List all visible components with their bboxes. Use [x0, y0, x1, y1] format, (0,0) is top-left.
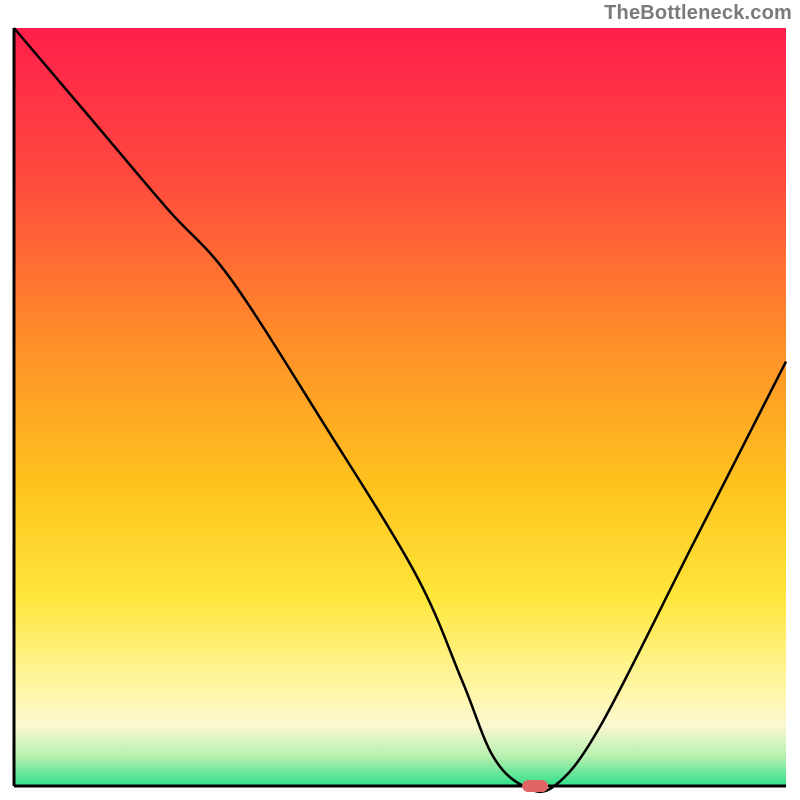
bottleneck-chart: [0, 0, 800, 800]
plot-background: [14, 28, 786, 786]
watermark-text: TheBottleneck.com: [604, 2, 792, 25]
optimal-marker: [522, 780, 548, 792]
chart-container: TheBottleneck.com: [0, 0, 800, 800]
